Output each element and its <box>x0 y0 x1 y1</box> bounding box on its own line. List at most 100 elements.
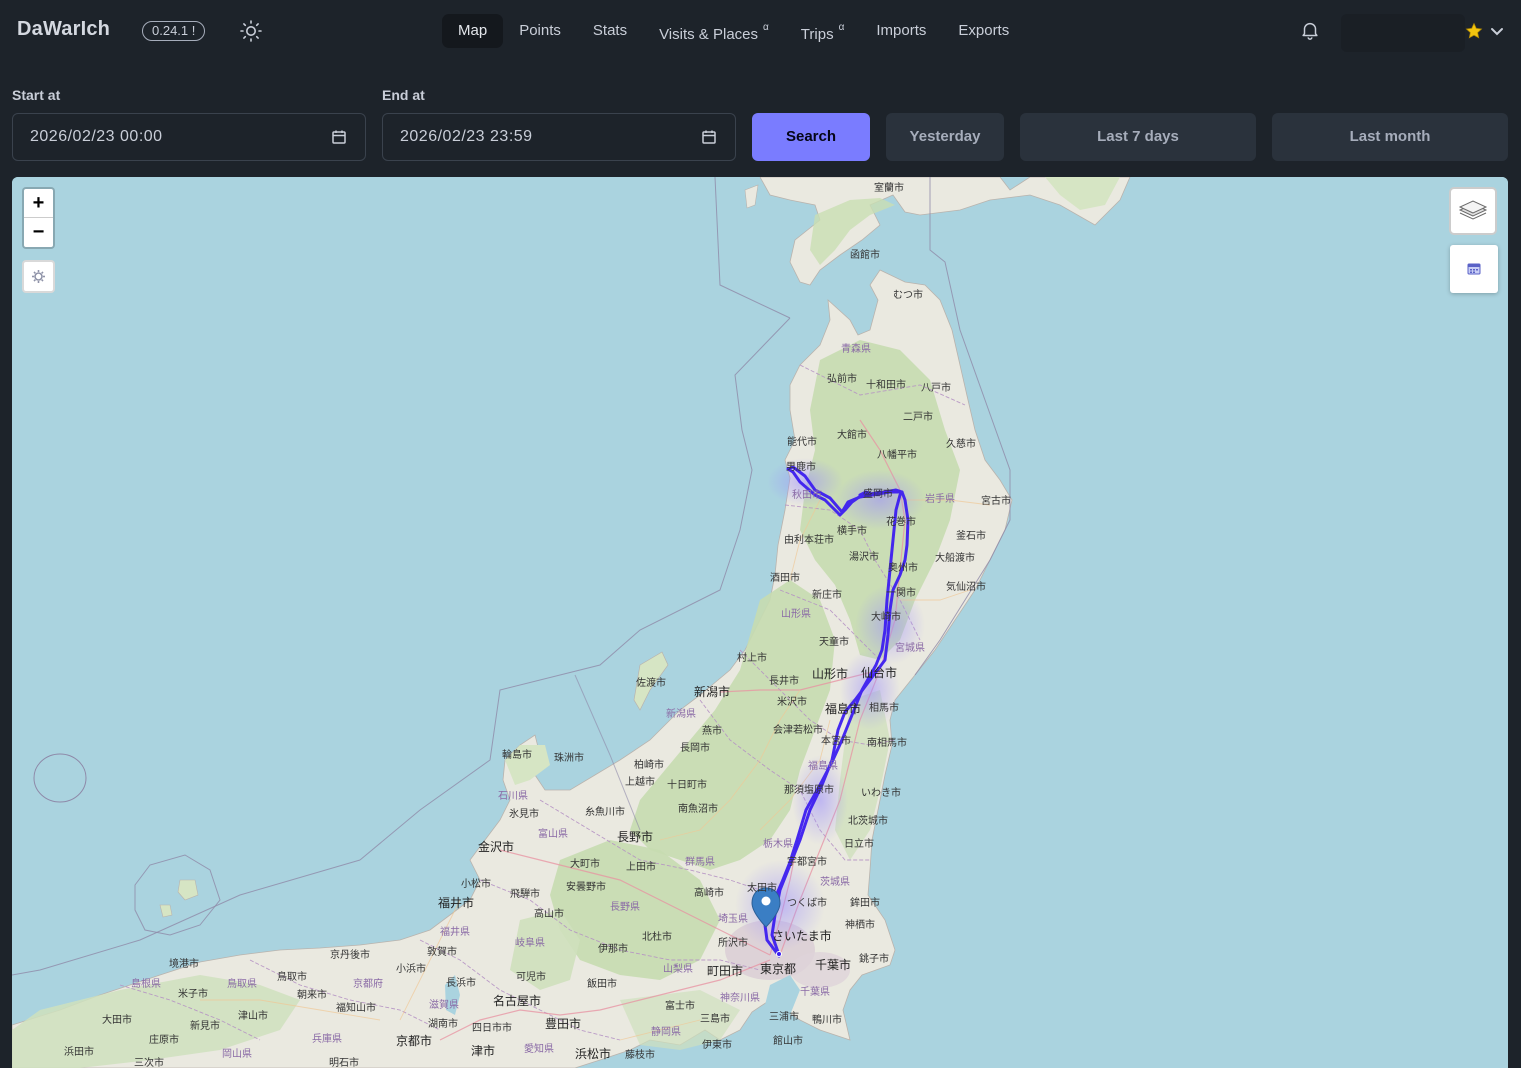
map-label: 高崎市 <box>694 886 724 899</box>
nav-exports[interactable]: Exports <box>942 14 1025 48</box>
nav-imports-label: Imports <box>876 22 927 39</box>
nav-points[interactable]: Points <box>503 14 577 48</box>
map-label: 奥州市 <box>888 561 918 574</box>
map-label: 茨城県 <box>820 875 850 888</box>
map-label: 伊那市 <box>598 942 628 955</box>
main-nav: Map Points Stats Visits & Places α Trips α… <box>442 14 1025 48</box>
map-label: いわき市 <box>861 786 901 799</box>
map-label: 金沢市 <box>478 839 514 854</box>
map-label: 新潟市 <box>694 684 730 699</box>
map-label: 長浜市 <box>446 976 476 989</box>
map-label: 湖南市 <box>428 1017 458 1030</box>
map-label: 伊東市 <box>702 1038 732 1051</box>
start-at-label: Start at <box>12 87 61 103</box>
nav-map[interactable]: Map <box>442 14 504 48</box>
end-at-input[interactable]: 2026/02/23 23:59 <box>382 113 736 161</box>
nav-visits-places[interactable]: Visits & Places α <box>643 14 785 48</box>
map-label: 上越市 <box>625 775 655 788</box>
map-label: 珠洲市 <box>554 751 584 764</box>
map-label: 津山市 <box>238 1009 268 1022</box>
map-label: 静岡県 <box>651 1025 681 1038</box>
map-label: 新潟県 <box>666 707 696 720</box>
map-label: 大町市 <box>570 857 600 870</box>
calendar-icon[interactable] <box>331 129 347 145</box>
nav-exports-label: Exports <box>958 22 1010 39</box>
calendar-panel-button[interactable] <box>1450 245 1498 293</box>
map-label: 八戸市 <box>921 381 951 394</box>
top-navbar: DaWarIch 0.24.1 ! Map Points Stats Visit… <box>0 0 1521 62</box>
map-tiles[interactable]: 室蘭市 函館市 むつ市 青森県 弘前市 十和田市 八戸市 二戸市 大館市 能代市… <box>12 177 1508 1068</box>
app-brand[interactable]: DaWarIch <box>17 18 110 41</box>
map-label: 埼玉県 <box>718 912 748 925</box>
alpha-badge: α <box>838 22 845 33</box>
search-button[interactable]: Search <box>752 113 870 161</box>
calendar-icon <box>1467 263 1481 275</box>
map-label: 福井市 <box>438 895 474 910</box>
map-label: 上田市 <box>626 860 656 873</box>
start-at-input[interactable]: 2026/02/23 00:00 <box>12 113 366 161</box>
end-at-label: End at <box>382 87 425 103</box>
map-label: 大崎市 <box>871 610 901 623</box>
bell-icon[interactable] <box>1299 19 1321 41</box>
map-label: 相馬市 <box>869 701 899 714</box>
map-label: 花巻市 <box>886 515 916 528</box>
map-label: 函館市 <box>850 248 880 261</box>
last-7-days-button[interactable]: Last 7 days <box>1020 113 1256 161</box>
map-label: 庄原市 <box>149 1033 179 1046</box>
map-label: 室蘭市 <box>874 181 904 194</box>
map-label: つくば市 <box>787 896 827 909</box>
map-label: 群馬県 <box>685 855 715 868</box>
nav-stats[interactable]: Stats <box>577 14 643 48</box>
nav-trips[interactable]: Trips α <box>785 14 861 48</box>
map-label: 弘前市 <box>827 372 857 385</box>
map-label: 京都市 <box>396 1033 432 1048</box>
map-label: 高山市 <box>534 907 564 920</box>
sun-icon[interactable] <box>239 19 263 43</box>
map-label: 鴨川市 <box>812 1013 842 1026</box>
chevron-down-icon[interactable] <box>1490 24 1504 38</box>
map-label: 神奈川県 <box>720 991 760 1004</box>
yesterday-button[interactable]: Yesterday <box>886 113 1004 161</box>
map-container[interactable]: 室蘭市 函館市 むつ市 青森県 弘前市 十和田市 八戸市 二戸市 大館市 能代市… <box>12 177 1508 1068</box>
map-label: 本宮市 <box>821 734 851 747</box>
last-month-button[interactable]: Last month <box>1272 113 1508 161</box>
calendar-icon[interactable] <box>701 129 717 145</box>
map-label: 長井市 <box>769 674 799 687</box>
nav-imports[interactable]: Imports <box>860 14 942 48</box>
map-label: 館山市 <box>773 1034 803 1047</box>
map-label: さいたま市 <box>772 928 832 943</box>
version-badge[interactable]: 0.24.1 ! <box>142 21 206 41</box>
map-label: 岩手県 <box>925 492 955 505</box>
zoom-out-button[interactable]: − <box>24 218 53 247</box>
map-label: 北杜市 <box>642 930 672 943</box>
map-label: 酒田市 <box>770 571 800 584</box>
map-settings-button[interactable] <box>22 260 55 293</box>
user-menu[interactable] <box>1341 14 1465 52</box>
map-label: 釜石市 <box>956 529 986 542</box>
map-label: 会津若松市 <box>773 723 823 736</box>
map-label: 山形県 <box>781 608 811 620</box>
map-label: 三島市 <box>700 1012 730 1025</box>
map-label: 新見市 <box>190 1019 220 1032</box>
nav-visits-label: Visits & Places <box>659 26 759 43</box>
map-label: 滋賀県 <box>429 998 459 1011</box>
map-label: 四日市市 <box>472 1021 512 1034</box>
nav-points-label: Points <box>519 22 561 39</box>
map-label: 町田市 <box>707 963 743 978</box>
map-label: 三次市 <box>134 1056 164 1068</box>
map-label: 福知山市 <box>336 1001 376 1014</box>
map-label: 小浜市 <box>396 962 426 975</box>
zoom-in-button[interactable]: + <box>24 189 53 218</box>
map-label: 北茨城市 <box>848 814 888 827</box>
map-label: 柏崎市 <box>634 758 664 771</box>
map-label: 秋田市 <box>792 488 822 501</box>
map-label: 青森県 <box>841 342 871 355</box>
map-label: 米子市 <box>178 987 208 1000</box>
map-label: 三浦市 <box>769 1010 799 1023</box>
map-label: 大船渡市 <box>935 551 975 564</box>
map-label: 太田市 <box>747 881 777 894</box>
layers-button[interactable] <box>1449 187 1497 235</box>
map-label: 仙台市 <box>861 665 897 680</box>
map-label: むつ市 <box>893 288 923 301</box>
map-label: 福井県 <box>440 925 470 938</box>
